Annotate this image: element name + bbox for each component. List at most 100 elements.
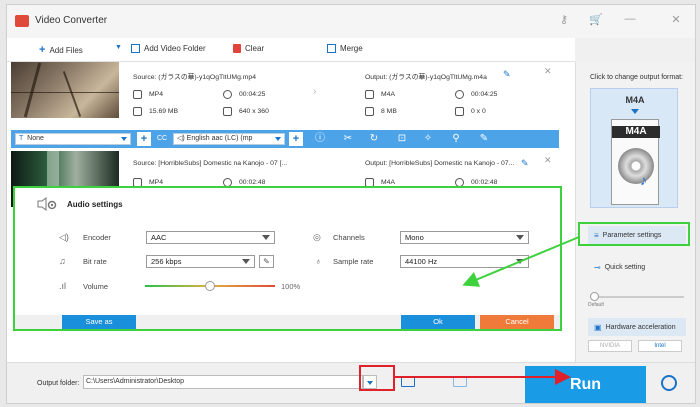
clock-icon <box>223 90 232 99</box>
output-format-selector[interactable]: M4A M4A ♪ <box>590 88 678 208</box>
text-icon: T <box>19 135 24 142</box>
disc-icon <box>618 148 654 184</box>
rename-pencil-icon[interactable]: ✎ <box>521 158 529 169</box>
cc-icon[interactable]: CC <box>155 132 169 146</box>
channels-value: Mono <box>405 233 424 242</box>
sliders-icon: ≡ <box>594 230 599 240</box>
key-icon[interactable]: ⚷ <box>555 13 573 26</box>
subtitle-value: None <box>27 135 44 142</box>
volume-knob[interactable] <box>205 281 215 291</box>
nvidia-badge[interactable]: NVIDIA <box>588 340 632 352</box>
cancel-button[interactable]: Cancel <box>480 315 554 329</box>
source-size: 15.69 MB <box>149 108 179 115</box>
intel-badge[interactable]: Intel <box>638 340 682 352</box>
audio-gear-icon <box>37 197 57 211</box>
output-duration: 00:02:48 <box>471 179 498 186</box>
hardware-acceleration-label: Hardware acceleration <box>605 323 676 331</box>
remove-file-icon[interactable]: ✕ <box>544 66 552 77</box>
convert-arrow-icon: › <box>313 86 317 97</box>
samplerate-label: Sample rate <box>333 257 374 266</box>
format-icon <box>365 90 374 99</box>
save-as-button[interactable]: Save as <box>62 315 136 329</box>
source-format: MP4 <box>149 91 163 98</box>
output-duration: 00:04:25 <box>471 91 498 98</box>
dropdown-arrow-icon <box>275 137 281 141</box>
video-thumbnail[interactable] <box>11 62 119 118</box>
output-folder-label: Output folder: <box>37 380 80 387</box>
plus-icon: + <box>39 44 46 56</box>
folder-add-icon <box>131 44 140 53</box>
samplerate-select[interactable]: 44100 Hz <box>400 255 529 268</box>
output-folder-input[interactable]: C:\Users\Administrator\Desktop <box>83 375 363 389</box>
add-files-label: Add Files <box>49 45 83 55</box>
output-size: 8 MB <box>381 108 397 115</box>
remove-file-icon[interactable]: ✕ <box>544 155 552 166</box>
chip-icon: ▣ <box>594 322 602 332</box>
crop-icon[interactable]: ⊡ <box>395 132 409 146</box>
source-resolution: 640 x 360 <box>239 108 269 115</box>
slider-knob[interactable] <box>590 292 599 301</box>
custom-bitrate-button[interactable]: ✎ <box>259 255 274 268</box>
pencil-icon: ✎ <box>263 257 270 266</box>
audio-track-select[interactable]: ◁) English aac (LC) (mp <box>173 133 285 145</box>
watermark-icon[interactable]: ⚲ <box>449 132 463 146</box>
output-resolution: 0 x 0 <box>471 108 486 115</box>
volume-label: Volume <box>83 282 109 291</box>
run-button[interactable]: Run <box>525 366 646 403</box>
close-window-icon[interactable]: ✕ <box>667 13 685 26</box>
samplerate-value: 44100 Hz <box>405 257 438 266</box>
merge-button[interactable]: Merge <box>327 44 363 53</box>
quality-slider[interactable] <box>590 292 684 301</box>
quick-setting-label-row: ⊸ Quick setting <box>588 258 686 276</box>
encoder-select[interactable]: AAC <box>146 231 275 244</box>
open-folder-icon[interactable] <box>401 376 415 387</box>
effects-wand-icon[interactable]: ✧ <box>421 132 435 146</box>
minimize-icon[interactable]: — <box>621 13 639 25</box>
default-label: Default <box>588 302 604 308</box>
chevron-down-icon <box>631 109 639 114</box>
clear-label: Clear <box>245 44 265 53</box>
source-name: Source: [HorribleSubs] Domestic na Kanoj… <box>133 160 288 167</box>
cart-icon[interactable]: 🛒 <box>587 13 605 26</box>
hardware-acceleration-button[interactable]: ▣ Hardware acceleration <box>588 318 686 336</box>
dropdown-arrow-icon <box>516 235 524 240</box>
subtitle-select[interactable]: T None <box>15 133 131 145</box>
clock-icon <box>455 90 464 99</box>
add-audio-track-button[interactable]: + <box>289 132 303 146</box>
subtitle-edit-icon[interactable]: ✎ <box>477 132 491 146</box>
output-format: M4A <box>381 179 395 186</box>
toolbar: + Add Files ▼ Add Video Folder Clear Mer… <box>7 38 575 62</box>
bitrate-label: Bit rate <box>83 257 107 266</box>
info-icon[interactable]: ⓘ <box>313 132 327 146</box>
trash-icon <box>233 44 241 53</box>
format-art-label: M4A <box>612 126 660 138</box>
output-folder-dropdown[interactable] <box>363 375 377 389</box>
bitrate-value: 256 kbps <box>151 257 182 266</box>
dropdown-arrow-icon <box>516 259 524 264</box>
channels-label: Channels <box>333 233 365 242</box>
add-files-button[interactable]: + Add Files <box>39 44 83 56</box>
channels-select[interactable]: Mono <box>400 231 529 244</box>
scissors-icon[interactable]: ✂ <box>341 132 355 146</box>
ok-button[interactable]: Ok <box>401 315 475 329</box>
title-bar: Video Converter ⚷ 🛒 — ✕ <box>7 5 695 38</box>
source-name: Source: (ガラスの華)-y1qOgTltUMg.mp4 <box>133 74 256 81</box>
rename-pencil-icon[interactable]: ✎ <box>503 69 511 80</box>
dropdown-arrow-icon <box>262 235 270 240</box>
clear-button[interactable]: Clear <box>233 44 264 53</box>
alarm-clock-icon[interactable] <box>661 375 677 391</box>
add-files-dropdown[interactable]: ▼ <box>115 44 122 51</box>
add-video-folder-button[interactable]: Add Video Folder <box>131 44 206 53</box>
microphone-icon: ♁ <box>315 256 322 266</box>
bitrate-select[interactable]: 256 kbps <box>146 255 255 268</box>
output-format-name: M4A <box>625 95 645 105</box>
parameter-settings-button[interactable]: ≡ Parameter settings <box>588 226 686 244</box>
output-format: M4A <box>381 91 395 98</box>
output-format-panel: Click to change output format: M4A M4A ♪… <box>575 62 695 362</box>
screen-icon[interactable] <box>453 376 467 387</box>
resolution-icon <box>455 107 464 116</box>
bitrate-icon: ♫ <box>59 256 66 266</box>
file-size-icon <box>365 107 374 116</box>
add-subtitle-button[interactable]: + <box>137 132 151 146</box>
rotate-icon[interactable]: ↻ <box>367 132 381 146</box>
